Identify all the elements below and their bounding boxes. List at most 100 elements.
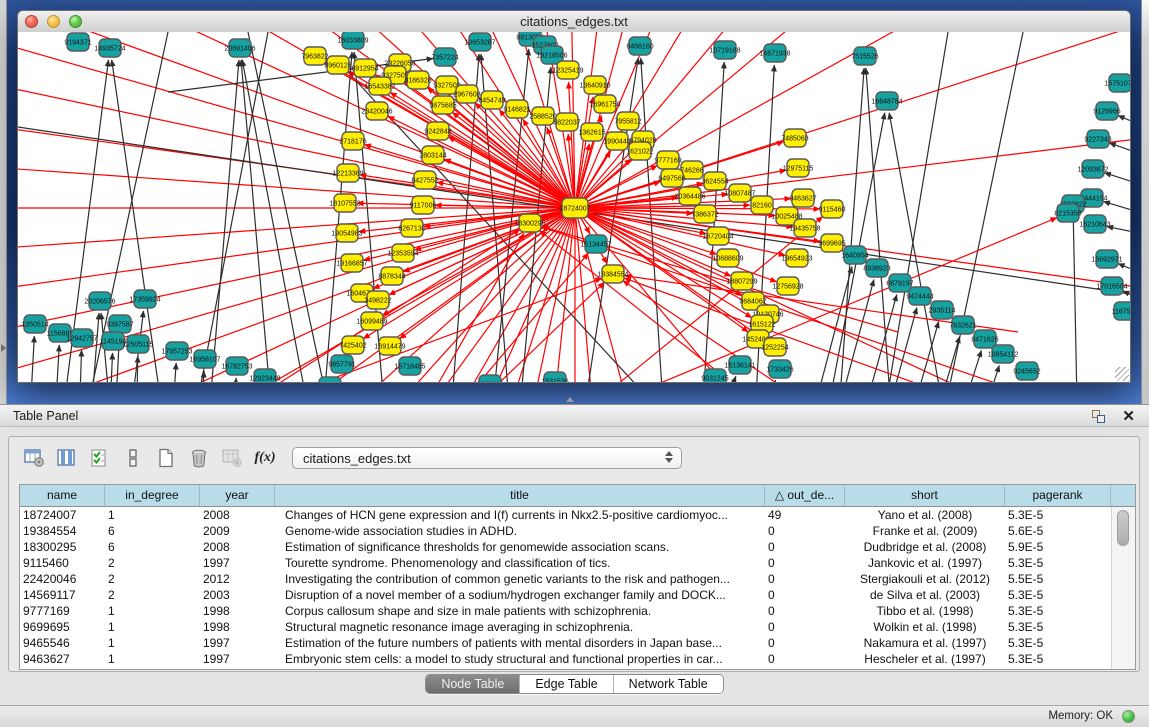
graph-node[interactable]: 8878344 [378,267,405,285]
column-header-out_de[interactable]: △ out_de... [765,485,845,506]
graph-node[interactable]: 12093872 [1077,160,1108,178]
table-settings-icon[interactable] [21,446,47,470]
graph-node[interactable]: 19435758 [789,219,820,237]
float-panel-icon[interactable] [1092,410,1105,423]
row-height-icon[interactable] [120,446,146,470]
graph-node[interactable]: 8960128 [324,56,351,74]
graph-node[interactable]: 12505115 [123,335,154,353]
graph-node[interactable]: 7515526 [851,47,878,65]
graph-node[interactable]: 18724007 [559,198,590,218]
graph-node[interactable]: 9875685 [429,96,456,114]
graph-node[interactable]: 1362615 [578,123,605,141]
scrollbar-thumb[interactable] [1117,510,1129,546]
graph-node[interactable]: 16543382 [364,77,395,95]
graph-node[interactable]: 9242848 [424,122,451,140]
graph-node[interactable]: 9146821 [503,100,530,118]
graph-node[interactable]: 19166857 [336,254,367,272]
tab-edge-table[interactable]: Edge Table [519,675,612,693]
graph-node[interactable]: 16210643 [1079,215,1110,233]
graph-node[interactable]: 17957253 [161,342,192,360]
graph-node[interactable]: 15718485 [394,357,425,375]
graph-node[interactable]: 16099489 [356,312,387,330]
graph-node[interactable]: 23420046 [361,102,392,120]
graph-node[interactable]: 18300295 [514,214,545,232]
graph-node[interactable]: 2967608 [453,85,480,103]
table-row[interactable]: 1938455462009Genome-wide association stu… [20,523,1111,539]
graph-node[interactable]: 17359924 [129,290,160,308]
table-row[interactable]: 1456911722003Disruption of a novel membe… [20,587,1111,603]
column-header-name[interactable]: name [20,485,105,506]
graph-node[interactable]: 2231712 [316,377,343,382]
graph-node[interactable]: 19654923 [781,249,812,267]
graph-node[interactable]: 7632621 [949,316,976,334]
graph-node[interactable]: 6466160 [626,37,653,55]
table-row[interactable]: 1872400712008Changes of HCN gene express… [20,507,1111,523]
graph-node[interactable]: 9777169 [654,151,681,169]
graph-node[interactable]: 9227343 [1084,130,1111,148]
graph-node[interactable]: 1621022 [626,142,653,160]
column-header-pagerank[interactable]: pagerank [1005,485,1111,506]
graph-node[interactable]: 12975115 [783,159,814,177]
graph-node[interactable]: 16914479 [374,337,405,355]
memory-status-icon[interactable] [1122,710,1135,723]
table-row[interactable]: 946362711997Embryonic stem cells: a mode… [20,651,1111,667]
split-pane-grip[interactable] [566,397,574,402]
graph-node[interactable]: 16033809 [337,32,368,49]
graph-node[interactable]: 1640954 [841,246,868,264]
graph-node[interactable]: 20691406 [224,39,255,57]
graph-node[interactable]: 15136141 [724,356,755,374]
graph-node[interactable]: 6822037 [553,113,580,131]
graph-node[interactable]: 8962112 [477,375,504,382]
graph-node[interactable]: 9397587 [106,315,133,333]
window-resize-grip[interactable] [1115,367,1129,381]
graph-node[interactable]: 9699695 [818,234,845,252]
graph-node[interactable]: 1350514 [21,315,48,333]
graph-node[interactable]: 3624554 [701,172,728,190]
window-titlebar[interactable]: citations_edges.txt [18,11,1130,33]
graph-node[interactable]: 8186328 [404,71,431,89]
table-vertical-scrollbar[interactable] [1111,507,1135,669]
graph-node[interactable]: 15751074 [1104,74,1130,92]
graph-node[interactable]: 16961758 [589,95,620,113]
graph-node[interactable]: 9463627 [789,189,816,207]
table-row[interactable]: 969969511998Structural magnetic resonanc… [20,619,1111,635]
graph-node[interactable]: 6497568 [658,169,685,187]
graph-node[interactable]: 8215358 [1054,204,1081,222]
graph-node[interactable]: 12325419 [552,61,583,79]
graph-node[interactable]: 8267130 [398,219,425,237]
network-view-window[interactable]: citations_edges.txt 91943711493572420691… [17,10,1131,383]
graph-node[interactable]: 14671938 [759,44,790,62]
graph-node[interactable]: 9194371 [64,33,91,51]
table-row[interactable]: 2242004622012Investigating the contribut… [20,571,1111,587]
graph-node[interactable]: 17016504 [1096,277,1127,295]
column-header-in_degree[interactable]: in_degree [105,485,200,506]
graph-node[interactable]: 9115460 [819,200,846,218]
tab-node-table[interactable]: Node Table [426,675,519,693]
graph-node[interactable]: 1167534 [1112,302,1130,320]
graph-node[interactable]: 8938923 [863,259,890,277]
graph-node[interactable]: 16958107 [189,350,220,368]
graph-node[interactable]: 10653287 [464,33,495,51]
graph-node[interactable]: 2803144 [419,146,446,164]
table-row[interactable]: 911546021997Tourette syndrome. Phenomeno… [20,555,1111,571]
graph-node[interactable]: 10688609 [712,249,743,267]
graph-node[interactable]: 7955812 [614,112,641,130]
graph-node[interactable]: 7386372 [691,205,718,223]
graph-node[interactable]: 12353594 [387,244,418,262]
graph-node[interactable]: 10719188 [709,41,740,59]
graph-node[interactable]: 16648784 [871,92,902,110]
tab-network-table[interactable]: Network Table [613,675,723,693]
graph-node[interactable]: 9129966 [1093,102,1120,120]
graph-node[interactable]: 2718176 [339,132,366,150]
graph-node[interactable]: 9031245 [701,369,728,382]
graph-node[interactable]: 12213369 [332,164,363,182]
graph-node[interactable]: 16720404 [702,227,733,245]
table-row[interactable]: 977716911998Corpus callosum shape and si… [20,603,1111,619]
graph-node[interactable]: 8454749 [478,91,505,109]
graph-node[interactable]: 9117006 [410,196,437,214]
graph-node[interactable]: 3498222 [364,291,391,309]
graph-node[interactable]: 12942757 [66,329,97,347]
graph-node[interactable]: 20206576 [84,292,115,310]
graph-node[interactable]: 1990448 [603,132,630,150]
column-header-year[interactable]: year [200,485,275,506]
